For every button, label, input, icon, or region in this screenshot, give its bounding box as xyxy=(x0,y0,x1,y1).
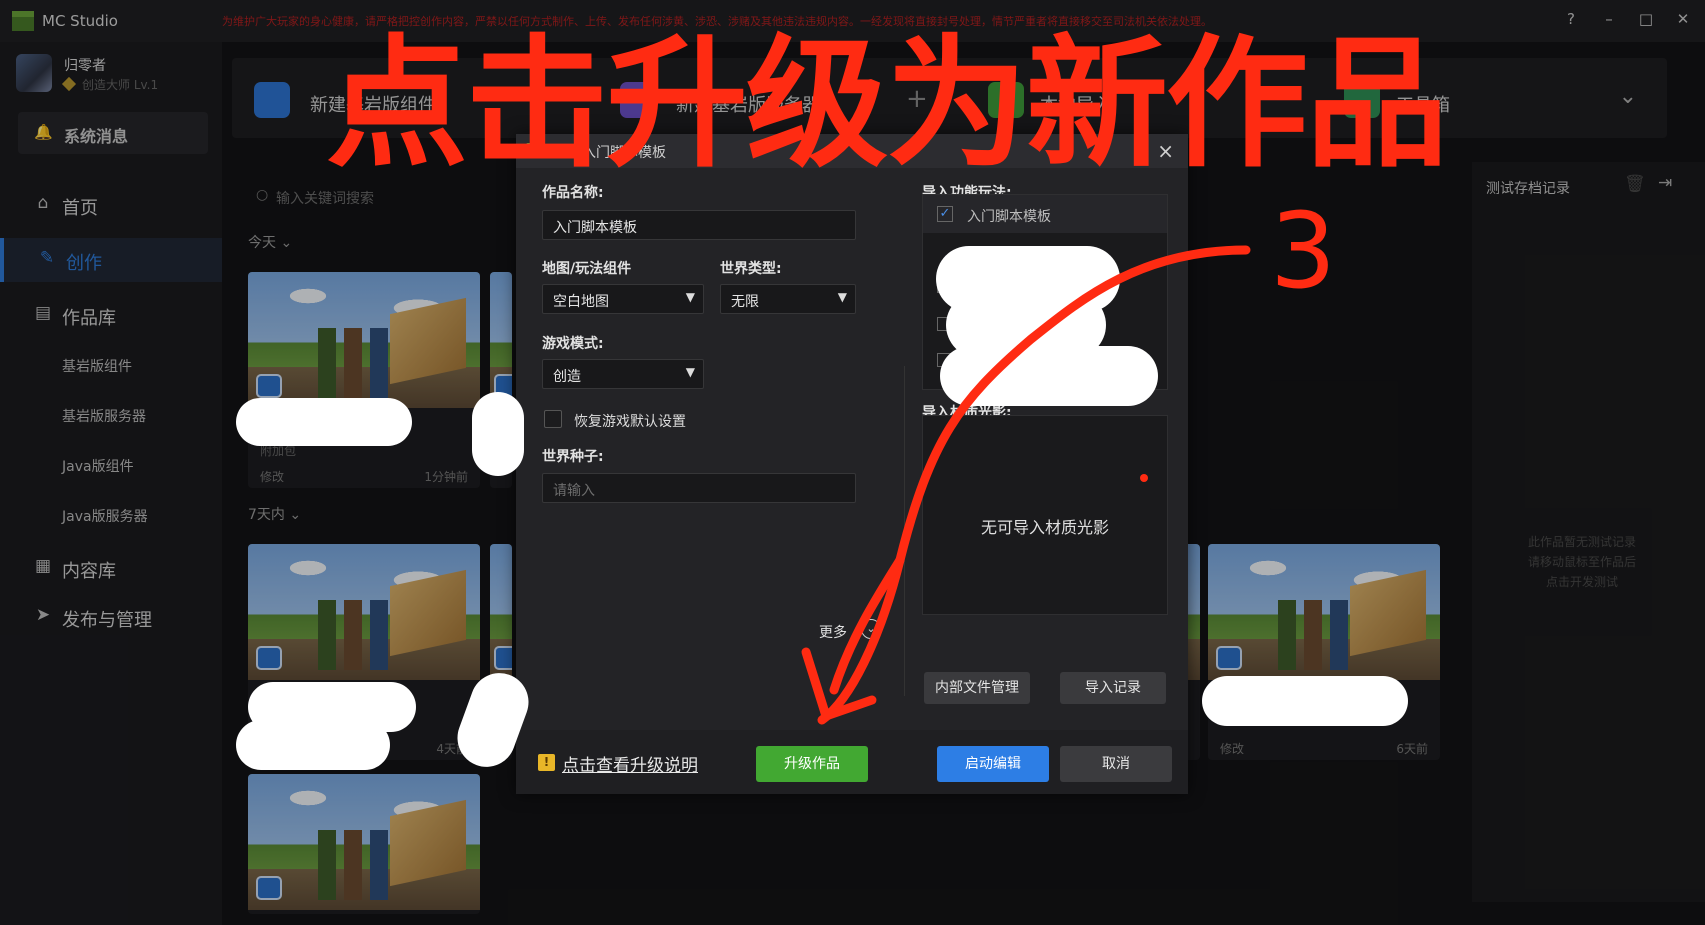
dialog-footer: ! 点击查看升级说明 升级作品 启动编辑 取消 xyxy=(516,730,1188,794)
dropdown-caret-icon: ▼ xyxy=(837,290,847,304)
dialog-divider xyxy=(904,366,905,696)
map-select-value: 空白地图 xyxy=(553,294,609,310)
world-seed-field[interactable]: 请输入 xyxy=(542,473,856,503)
game-mode-label: 游戏模式: xyxy=(542,336,604,352)
no-shader-text: 无可导入材质光影 xyxy=(980,518,1109,537)
world-type-value: 无限 xyxy=(731,294,759,310)
world-type-select[interactable]: 无限 ▼ xyxy=(720,284,856,314)
game-mode-select[interactable]: 创造 ▼ xyxy=(542,359,704,389)
redaction-blob xyxy=(472,392,524,476)
internal-files-button[interactable]: 内部文件管理 xyxy=(924,672,1030,704)
dropdown-caret-icon: ▼ xyxy=(685,365,695,379)
upgrade-project-button[interactable]: 升级作品 xyxy=(756,746,868,782)
import-history-button[interactable]: 导入记录 xyxy=(1060,672,1166,704)
map-select[interactable]: 空白地图 ▼ xyxy=(542,284,704,314)
redaction-blob xyxy=(940,346,1158,406)
expand-more-icon[interactable]: ⌄ xyxy=(861,619,881,639)
redaction-blob xyxy=(236,398,412,446)
import-shader-list: 无可导入材质光影 xyxy=(922,415,1168,615)
world-type-label: 世界类型: xyxy=(720,261,782,277)
checked-checkbox-icon[interactable]: ✓ xyxy=(937,206,953,222)
restore-defaults-checkbox[interactable] xyxy=(544,410,562,428)
game-mode-value: 创造 xyxy=(553,369,581,385)
redaction-blob xyxy=(236,720,390,770)
seed-label: 世界种子: xyxy=(542,449,604,465)
new-project-dialog: 新建入门脚本模板 × 作品名称: 入门脚本模板 地图/玩法组件 空白地图 ▼ 世… xyxy=(516,134,1188,794)
more-options-label[interactable]: 更多 xyxy=(819,622,847,642)
project-name-field[interactable]: 入门脚本模板 xyxy=(542,210,856,240)
import-feature-row[interactable]: ✓ 入门脚本模板 xyxy=(923,195,1167,233)
cancel-button[interactable]: 取消 xyxy=(1060,746,1172,782)
dropdown-caret-icon: ▼ xyxy=(685,290,695,304)
annotation-headline: 点击升级为新作品 xyxy=(326,22,1448,187)
import-feature-label: 入门脚本模板 xyxy=(967,209,1051,225)
redaction-blob xyxy=(1202,676,1408,726)
launch-editor-button[interactable]: 启动编辑 xyxy=(937,746,1049,782)
upgrade-info-link[interactable]: 点击查看升级说明 xyxy=(562,751,698,776)
map-label: 地图/玩法组件 xyxy=(542,261,632,277)
restore-defaults-label: 恢复游戏默认设置 xyxy=(574,414,686,430)
warning-icon: ! xyxy=(538,754,555,771)
annotation-step-number: 3 xyxy=(1270,190,1337,312)
